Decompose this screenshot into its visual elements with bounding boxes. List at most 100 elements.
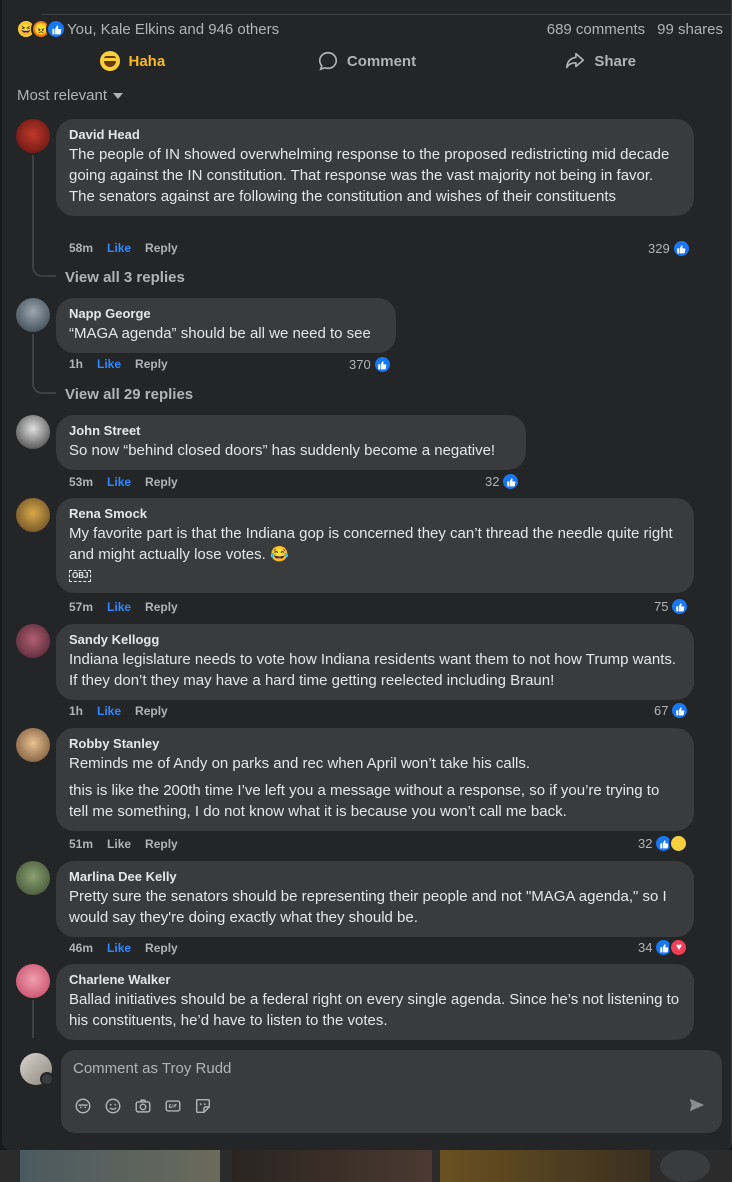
camera-icon[interactable] [133,1096,153,1116]
reply-button[interactable]: Reply [145,600,178,614]
comment-actions: 58m Like Reply [69,241,192,255]
like-button[interactable]: Like [97,704,121,718]
reply-button[interactable]: Reply [145,837,178,851]
avatar[interactable] [16,861,50,895]
background-image [440,1150,650,1182]
reaction-count[interactable]: 67 [654,701,690,720]
reaction-number: 32 [485,474,500,489]
reply-button[interactable]: Reply [145,241,178,255]
comment-time[interactable]: 1h [69,704,83,718]
share-label: Share [594,52,637,70]
share-button[interactable]: Share [483,44,717,78]
comment-time[interactable]: 46m [69,941,93,955]
comment-button[interactable]: Comment [250,44,484,78]
like-button[interactable]: Like [107,600,131,614]
comment-input[interactable] [73,1060,673,1077]
reply-button[interactable]: Reply [135,704,168,718]
comment-time[interactable]: 57m [69,600,93,614]
like-icon [670,701,690,720]
comment-actions: 57m Like Reply [69,600,192,614]
avatar[interactable] [16,624,50,658]
like-icon [671,239,691,258]
reaction-count[interactable]: 34 ♥ [638,938,689,957]
comment-time[interactable]: 53m [69,475,93,489]
reply-button[interactable]: Reply [145,941,178,955]
chevron-right-icon[interactable] [660,1150,710,1182]
comment-text: The people of IN showed overwhelming res… [69,146,670,205]
view-replies-link[interactable]: View all 3 replies [65,269,185,286]
reaction-count[interactable]: 370 [349,355,392,374]
like-icon [501,472,521,491]
sort-label: Most relevant [17,87,108,104]
comment-bubble: Sandy Kellogg Indiana legislature needs … [56,624,694,700]
comment-author[interactable]: David Head [69,127,681,142]
reaction-count[interactable]: 32 [485,472,521,491]
like-icon [372,355,392,374]
reaction-number: 329 [648,241,670,256]
comment-bubble: Napp George “MAGA agenda” should be all … [56,298,396,353]
background-page-strip [0,1150,732,1182]
like-button[interactable]: Like [107,941,131,955]
reaction-count[interactable]: 329 [648,239,691,258]
comment-time[interactable]: 51m [69,837,93,851]
sticker-icon[interactable] [193,1096,213,1116]
emoji-icon[interactable] [103,1096,123,1116]
reaction-number: 75 [654,599,669,614]
like-button[interactable]: Like [107,475,131,489]
comment-actions: 53m Like Reply [69,475,192,489]
chevron-down-icon[interactable] [40,1072,54,1086]
avatar-sticker-icon[interactable] [73,1096,93,1116]
reactors-text[interactable]: You, Kale Elkins and 946 others [67,21,279,38]
view-replies-link[interactable]: View all 29 replies [65,386,193,403]
divider [42,14,731,15]
comment-author[interactable]: Charlene Walker [69,972,681,987]
reaction-summary: 😆 😠 You, Kale Elkins and 946 others 689 … [16,18,723,40]
reaction-number: 34 [638,940,653,955]
comment-author[interactable]: Napp George [69,306,383,321]
composer-box [61,1050,722,1133]
reply-button[interactable]: Reply [145,475,178,489]
reaction-number: 32 [638,836,653,851]
comment-time[interactable]: 1h [69,357,83,371]
like-icon [46,19,66,39]
haha-icon [100,51,121,71]
haha-button[interactable]: Haha [16,44,250,78]
comment-text: Indiana legislature needs to vote how In… [69,651,677,689]
share-icon [564,50,586,72]
reaction-count[interactable]: 32 [638,834,689,853]
like-button[interactable]: Like [107,241,131,255]
shares-count[interactable]: 99 shares [657,21,723,38]
reply-button[interactable]: Reply [135,357,168,371]
comment-actions: 1h Like Reply [69,357,182,371]
comment-actions: 51m Like Reply [69,837,192,851]
avatar[interactable] [16,415,50,449]
comment-author[interactable]: Marlina Dee Kelly [69,869,681,884]
attachment-placeholder-icon[interactable]: OBJ [69,570,92,582]
comment-text: So now “behind closed doors” has suddenl… [69,442,496,459]
comment-time[interactable]: 58m [69,241,93,255]
gif-icon[interactable] [163,1096,183,1116]
avatar[interactable] [16,298,50,332]
sort-dropdown[interactable]: Most relevant [17,87,124,104]
comment-bubble: Charlene Walker Ballad initiatives shoul… [56,964,694,1040]
comment-author[interactable]: Sandy Kellogg [69,632,681,647]
avatar[interactable] [16,119,50,153]
like-button[interactable]: Like [107,837,131,851]
comment-text: Reminds me of Andy on parks and rec when… [69,755,531,772]
composer-tools [73,1096,213,1116]
comments-panel: 😆 😠 You, Kale Elkins and 946 others 689 … [2,0,732,1150]
comment-actions: 46m Like Reply [69,941,192,955]
like-button[interactable]: Like [97,357,121,371]
avatar[interactable] [16,964,50,998]
thread-line [32,1000,34,1038]
comment-author[interactable]: John Street [69,423,513,438]
reaction-icons[interactable]: 😆 😠 [16,19,66,39]
comment-author[interactable]: Rena Smock [69,506,681,521]
comment-author[interactable]: Robby Stanley [69,736,681,751]
reaction-count[interactable]: 75 [654,597,690,616]
avatar[interactable] [16,498,50,532]
thread-line [32,155,34,265]
comments-count[interactable]: 689 comments [547,21,645,38]
avatar[interactable] [16,728,50,762]
send-icon[interactable] [688,1096,708,1116]
